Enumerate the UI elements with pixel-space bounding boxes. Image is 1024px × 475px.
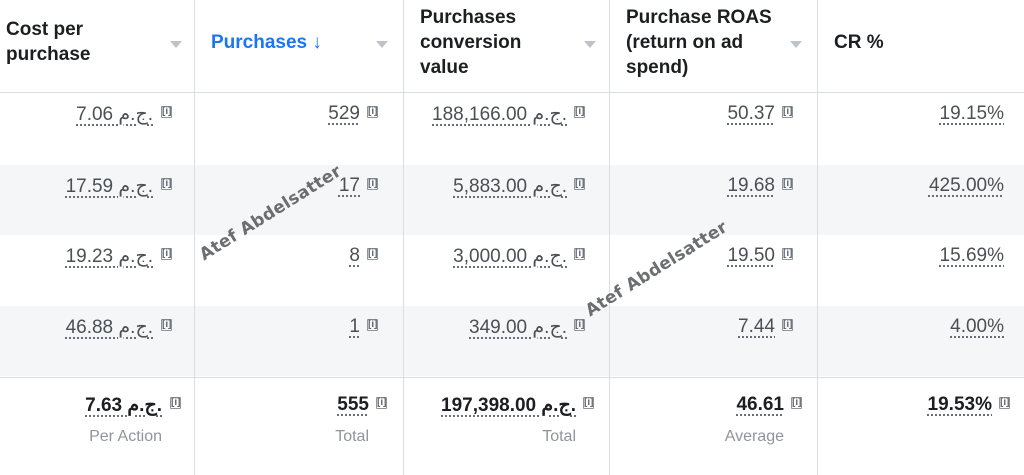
column-header-purchases-conversion-value[interactable]: Purchases conversion value <box>420 5 570 80</box>
cell-cost-per-purchase[interactable]: 17.59 ج.م. <box>66 175 153 198</box>
total-cr-percent[interactable]: 19.53% <box>928 394 992 416</box>
total-label: Average <box>724 428 784 445</box>
info-icon[interactable]: [i] <box>574 319 585 331</box>
cell-cost-per-purchase[interactable]: 46.88 ج.م. <box>66 316 153 339</box>
info-icon[interactable]: [i] <box>161 106 172 118</box>
column-header-purchases[interactable]: Purchases ↓ <box>211 30 371 55</box>
info-icon[interactable]: [i] <box>367 319 378 331</box>
column-header-cost-per-purchase[interactable]: Cost per purchase <box>6 17 156 67</box>
cell-conversion-value[interactable]: 188,166.00 ج.م. <box>432 103 567 126</box>
column-header-cr-percent[interactable]: CR % <box>834 30 954 55</box>
total-conversion-value[interactable]: 197,398.00 ج.م. <box>441 394 576 417</box>
cell-conversion-value[interactable]: 5,883.00 ج.م. <box>453 175 567 198</box>
cell-conversion-value[interactable]: 349.00 ج.م. <box>469 316 567 339</box>
chevron-down-icon[interactable] <box>170 41 182 48</box>
cell-cr-percent[interactable]: 425.00% <box>929 175 1004 197</box>
info-icon[interactable]: [i] <box>367 248 378 260</box>
info-icon[interactable]: [i] <box>782 106 793 118</box>
column-divider <box>194 0 195 475</box>
cell-roas[interactable]: 19.50 <box>727 245 775 267</box>
total-label: Per Action <box>89 428 162 445</box>
cell-purchases[interactable]: 529 <box>328 103 360 125</box>
info-icon[interactable]: [i] <box>170 397 181 409</box>
column-divider <box>403 0 404 475</box>
info-icon[interactable]: [i] <box>376 397 387 409</box>
cell-conversion-value[interactable]: 3,000.00 ج.م. <box>453 245 567 268</box>
info-icon[interactable]: [i] <box>791 397 802 409</box>
ads-metrics-table: Cost per purchase Purchases ↓ Purchases … <box>0 0 1024 475</box>
info-icon[interactable]: [i] <box>574 248 585 260</box>
cell-cr-percent[interactable]: 15.69% <box>940 245 1004 267</box>
cell-purchases[interactable]: 8 <box>349 245 360 267</box>
total-purchases[interactable]: 555 <box>337 394 369 416</box>
info-icon[interactable]: [i] <box>999 397 1010 409</box>
total-label: Total <box>542 428 576 445</box>
cell-roas[interactable]: 50.37 <box>727 103 775 125</box>
cell-roas[interactable]: 19.68 <box>727 175 775 197</box>
info-icon[interactable]: [i] <box>583 397 594 409</box>
column-header-purchase-roas[interactable]: Purchase ROAS (return on ad spend) <box>626 5 776 80</box>
chevron-down-icon[interactable] <box>790 41 802 48</box>
info-icon[interactable]: [i] <box>367 178 378 190</box>
column-divider <box>609 0 610 475</box>
total-roas[interactable]: 46.61 <box>736 394 784 416</box>
column-divider <box>817 0 818 475</box>
cell-cost-per-purchase[interactable]: 19.23 ج.م. <box>66 245 153 268</box>
info-icon[interactable]: [i] <box>782 178 793 190</box>
header-divider <box>0 92 1024 93</box>
info-icon[interactable]: [i] <box>161 319 172 331</box>
info-icon[interactable]: [i] <box>574 178 585 190</box>
totals-divider <box>0 377 1024 378</box>
total-cost-per-purchase[interactable]: 7.63 ج.م. <box>85 394 162 417</box>
cell-cost-per-purchase[interactable]: 7.06 ج.م. <box>76 103 153 126</box>
info-icon[interactable]: [i] <box>161 248 172 260</box>
total-label: Total <box>335 428 369 445</box>
info-icon[interactable]: [i] <box>782 319 793 331</box>
chevron-down-icon[interactable] <box>376 41 388 48</box>
info-icon[interactable]: [i] <box>367 106 378 118</box>
cell-cr-percent[interactable]: 19.15% <box>940 103 1004 125</box>
chevron-down-icon[interactable] <box>584 41 596 48</box>
info-icon[interactable]: [i] <box>574 106 585 118</box>
cell-purchases[interactable]: 1 <box>349 316 360 338</box>
cell-roas[interactable]: 7.44 <box>738 316 775 338</box>
info-icon[interactable]: [i] <box>161 178 172 190</box>
info-icon[interactable]: [i] <box>782 248 793 260</box>
cell-cr-percent[interactable]: 4.00% <box>950 316 1004 338</box>
